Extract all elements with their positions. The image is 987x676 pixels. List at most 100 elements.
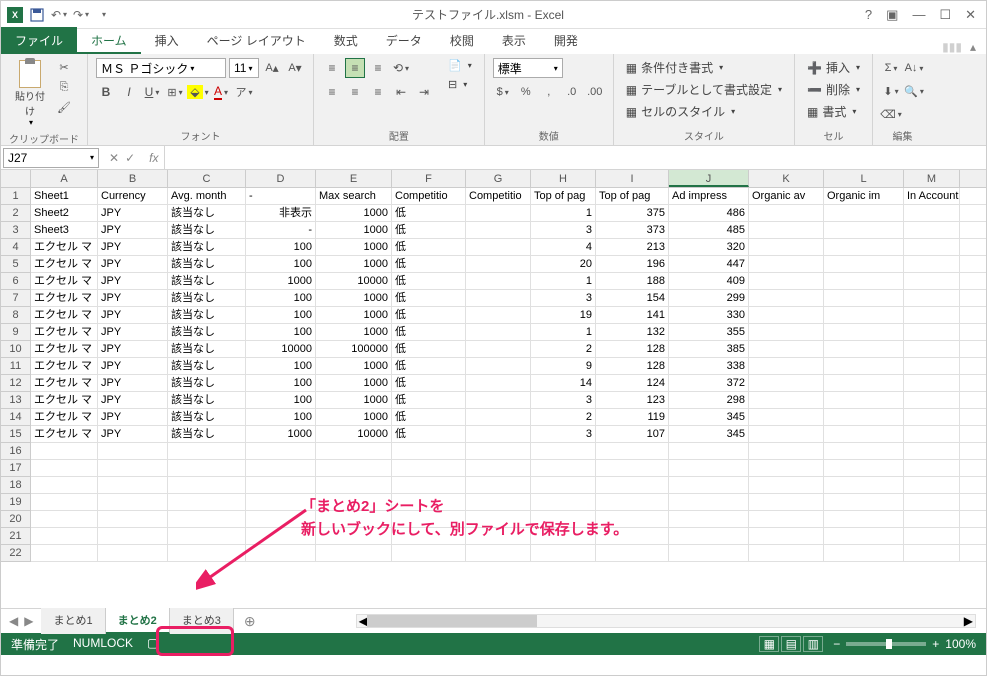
cell[interactable]: 345 [669,426,749,442]
table-row[interactable] [31,545,986,562]
cell[interactable]: 低 [392,239,466,255]
cell[interactable]: 486 [669,205,749,221]
conditional-format-button[interactable]: ▦条件付き書式▾ [622,58,786,77]
table-row[interactable]: Sheet2JPY該当なし非表示1000低1375486 [31,205,986,222]
table-row[interactable]: エクセル マJPY該当なし100010000低1188409 [31,273,986,290]
cell[interactable]: Competitio [392,188,466,204]
cell[interactable] [824,273,904,289]
cell[interactable] [168,545,246,561]
cell[interactable]: 該当なし [168,341,246,357]
cell[interactable]: JPY [98,324,168,340]
cell[interactable]: 100000 [316,341,392,357]
tab-formulas[interactable]: 数式 [320,27,372,54]
cell[interactable] [596,443,669,459]
cell[interactable] [596,545,669,561]
col-header-A[interactable]: A [31,170,98,187]
undo-icon[interactable]: ↶▾ [51,7,67,23]
cell[interactable]: 低 [392,273,466,289]
cell[interactable]: 100 [246,409,316,425]
cell[interactable] [669,494,749,510]
cell[interactable]: 1 [531,273,596,289]
cell[interactable]: 20 [531,256,596,272]
cell[interactable] [904,341,960,357]
decrease-indent-icon[interactable]: ⇤ [391,82,411,102]
align-bottom-icon[interactable]: ≡ [368,58,388,78]
cell[interactable]: 128 [596,341,669,357]
cell-styles-button[interactable]: ▦セルのスタイル▾ [622,102,786,121]
cell[interactable]: 該当なし [168,290,246,306]
account-icon[interactable]: ▮▮▮ [942,40,962,54]
cell[interactable] [904,205,960,221]
cell[interactable]: 2 [531,409,596,425]
table-row[interactable]: エクセル マJPY該当なし1001000低1132355 [31,324,986,341]
cell[interactable]: 該当なし [168,409,246,425]
cell[interactable]: 低 [392,392,466,408]
cell[interactable] [466,222,531,238]
cell[interactable] [466,409,531,425]
cell[interactable]: エクセル マ [31,426,98,442]
help-icon[interactable]: ? [865,7,872,22]
table-row[interactable]: Sheet3JPY該当なし-1000低3373485 [31,222,986,239]
cell[interactable] [824,239,904,255]
cell[interactable]: Sheet2 [31,205,98,221]
bold-button[interactable]: B [96,82,116,102]
tab-developer[interactable]: 開発 [540,27,592,54]
cell[interactable]: エクセル マ [31,375,98,391]
cell[interactable]: 355 [669,324,749,340]
row-header-4[interactable]: 4 [1,239,30,256]
cell[interactable]: Competitio [466,188,531,204]
redo-icon[interactable]: ↷▾ [73,7,89,23]
cell[interactable] [168,460,246,476]
col-header-J[interactable]: J [669,170,749,187]
worksheet[interactable]: ABCDEFGHIJKLM 12345678910111213141516171… [1,170,986,608]
cell[interactable]: 100 [246,375,316,391]
row-header-19[interactable]: 19 [1,494,30,511]
align-center-icon[interactable]: ≡ [345,82,365,102]
table-row[interactable]: エクセル マJPY該当なし1001000低20196447 [31,256,986,273]
cell[interactable] [824,409,904,425]
table-row[interactable]: エクセル マJPY該当なし1001000低2119345 [31,409,986,426]
close-icon[interactable]: ✕ [965,7,976,23]
cell[interactable] [749,375,824,391]
cell[interactable] [749,426,824,442]
cell[interactable]: 低 [392,222,466,238]
row-header-6[interactable]: 6 [1,273,30,290]
cell[interactable] [98,443,168,459]
sheet-tab-まとめ1[interactable]: まとめ1 [41,608,105,634]
tab-scroll-left-icon[interactable]: ◀ [9,614,18,628]
cell[interactable] [904,358,960,374]
cell[interactable] [904,494,960,510]
zoom-in-icon[interactable]: + [932,637,939,651]
zoom-out-icon[interactable]: − [833,637,840,651]
table-row[interactable]: エクセル マJPY該当なし1001000低9128338 [31,358,986,375]
orientation-icon[interactable]: ⟲▾ [391,58,411,78]
cell[interactable] [531,545,596,561]
align-middle-icon[interactable]: ≡ [345,58,365,78]
cell[interactable] [531,443,596,459]
tab-home[interactable]: ホーム [77,27,141,54]
cell[interactable] [466,545,531,561]
cell[interactable]: 10000 [316,273,392,289]
cell[interactable]: Avg. month [168,188,246,204]
cell[interactable]: JPY [98,290,168,306]
scroll-right-icon[interactable]: ▶ [964,614,973,628]
table-row[interactable]: エクセル マJPY該当なし1001000低19141330 [31,307,986,324]
cell[interactable] [824,307,904,323]
cell[interactable] [749,239,824,255]
cell[interactable] [466,307,531,323]
cell[interactable] [824,443,904,459]
cell[interactable]: 320 [669,239,749,255]
cell[interactable] [904,426,960,442]
phonetic-button[interactable]: ア▾ [234,82,254,102]
formula-input[interactable] [164,146,986,170]
cell[interactable] [246,460,316,476]
cell[interactable] [824,358,904,374]
italic-button[interactable]: I [119,82,139,102]
cell[interactable]: 409 [669,273,749,289]
row-header-15[interactable]: 15 [1,426,30,443]
cell[interactable] [392,460,466,476]
cell[interactable] [824,256,904,272]
cell[interactable]: 1000 [246,426,316,442]
cell[interactable] [316,477,392,493]
cell[interactable]: 1000 [316,205,392,221]
